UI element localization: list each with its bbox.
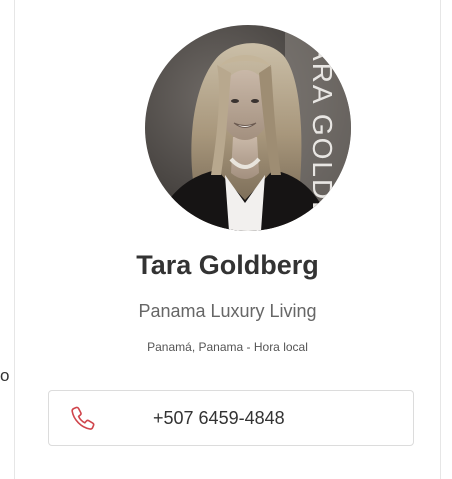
agent-location: Panamá, Panama - Hora local bbox=[147, 340, 308, 354]
agency-name: Panama Luxury Living bbox=[138, 301, 317, 321]
call-phone-button[interactable]: +507 6459-4848 bbox=[48, 390, 414, 446]
page: o TARA GOLDBERG Tara Goldberg Panama Lux… bbox=[0, 0, 452, 479]
agent-photo: TARA GOLDBERG bbox=[145, 25, 351, 231]
agent-name: Tara Goldberg bbox=[136, 250, 319, 280]
photo-watermark-text: TARA GOLDBERG bbox=[307, 25, 338, 231]
phone-icon bbox=[69, 404, 97, 432]
agent-card: TARA GOLDBERG Tara Goldberg Panama Luxur… bbox=[14, 0, 441, 479]
phone-number: +507 6459-4848 bbox=[153, 408, 285, 428]
cropped-text-fragment: o bbox=[0, 366, 10, 385]
